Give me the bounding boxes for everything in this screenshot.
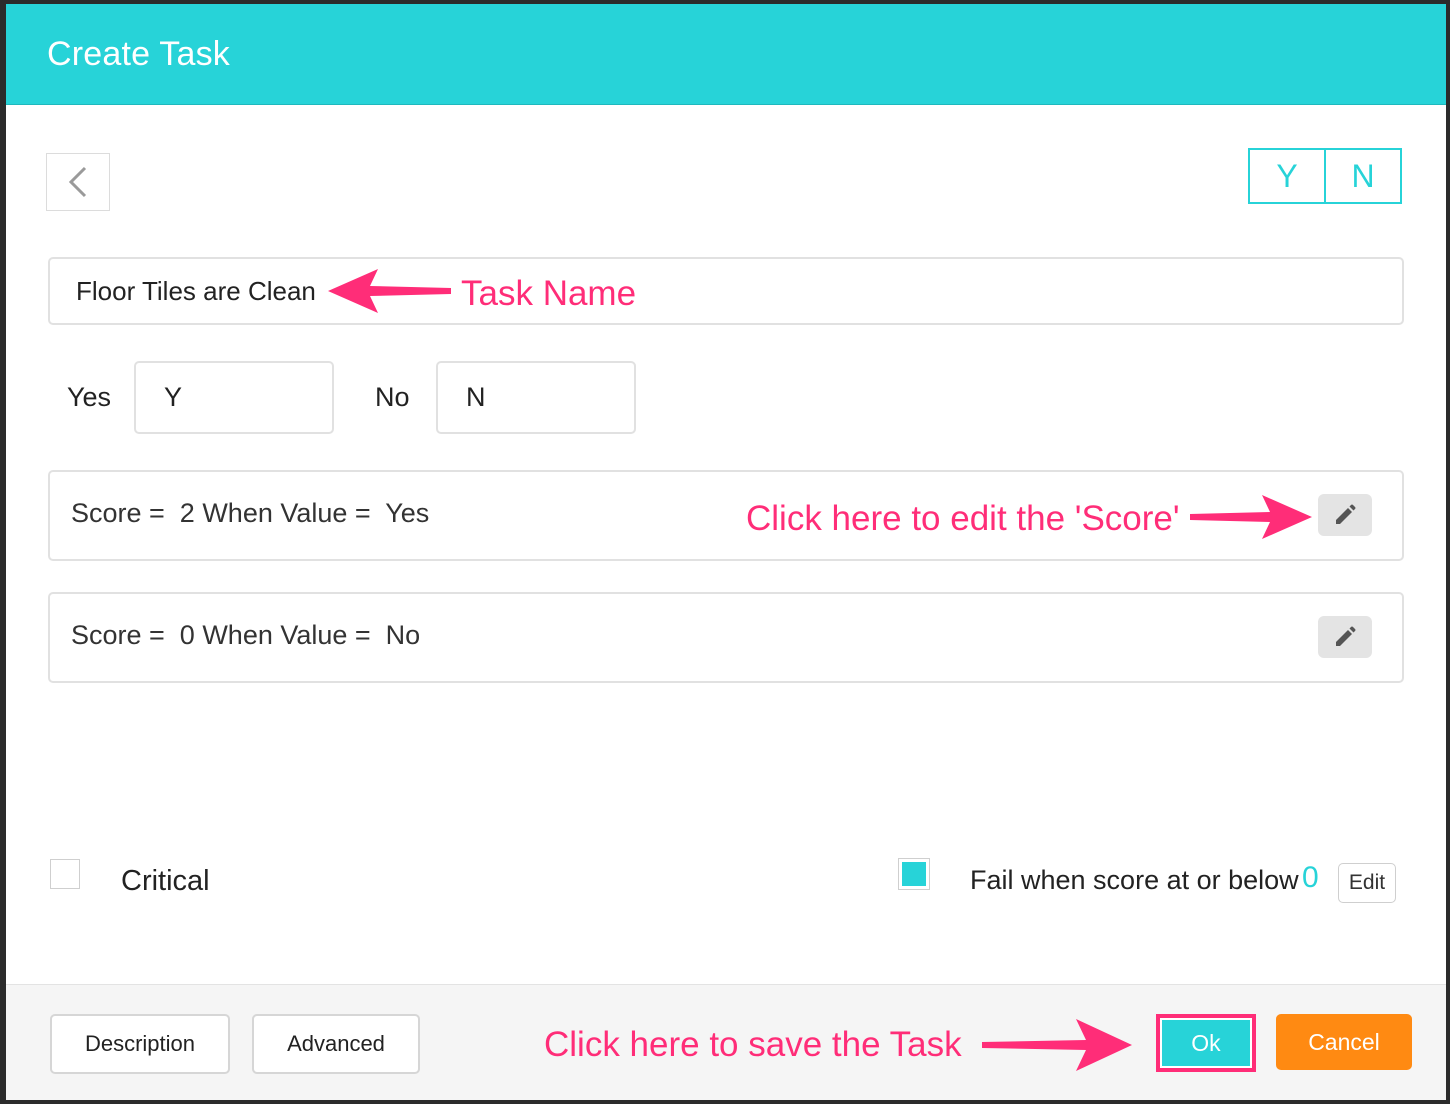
task-name-input[interactable]: Floor Tiles are Clean xyxy=(48,257,1404,325)
cancel-button[interactable]: Cancel xyxy=(1276,1014,1412,1070)
create-task-dialog: Create Task Y N Floor Tiles are Clean Ye… xyxy=(6,4,1446,1100)
arrow-right-icon xyxy=(1190,495,1312,539)
edit-score-button[interactable] xyxy=(1318,616,1372,658)
fail-checkbox[interactable] xyxy=(898,858,930,890)
yes-value-input[interactable]: Y xyxy=(134,361,334,434)
fail-threshold-value: 0 xyxy=(1302,861,1319,894)
back-button[interactable] xyxy=(46,153,110,211)
dialog-title: Create Task xyxy=(47,35,230,73)
yes-no-toggle: Y N xyxy=(1248,148,1402,204)
ok-highlight: Ok xyxy=(1156,1014,1256,1072)
annotation-task-name: Task Name xyxy=(461,274,637,313)
score-row-no: Score = 0 When Value = No xyxy=(48,592,1404,683)
toggle-no[interactable]: N xyxy=(1324,150,1400,202)
dialog-header: Create Task xyxy=(6,4,1446,105)
description-button[interactable]: Description xyxy=(50,1014,230,1074)
no-value-input[interactable]: N xyxy=(436,361,636,434)
critical-label: Critical xyxy=(121,865,210,897)
checkbox-fill xyxy=(902,862,926,886)
edit-threshold-button[interactable]: Edit xyxy=(1338,863,1396,903)
score-text: Score = 2 When Value = Yes xyxy=(71,498,430,528)
yes-label: Yes xyxy=(67,382,112,412)
pencil-icon xyxy=(1336,626,1356,646)
edit-score-button[interactable] xyxy=(1318,494,1372,536)
pencil-icon xyxy=(1336,504,1356,524)
toggle-yes[interactable]: Y xyxy=(1250,150,1324,202)
annotation-save-task: Click here to save the Task xyxy=(544,1025,962,1064)
arrow-right-icon xyxy=(982,1019,1132,1071)
score-text: Score = 0 When Value = No xyxy=(71,620,421,650)
no-label: No xyxy=(375,382,410,412)
chevron-left-icon xyxy=(68,166,87,198)
arrow-left-icon xyxy=(328,269,451,313)
annotation-edit-score: Click here to edit the 'Score' xyxy=(746,499,1180,538)
critical-checkbox[interactable] xyxy=(50,859,80,889)
fail-label: Fail when score at or below xyxy=(970,865,1299,895)
advanced-button[interactable]: Advanced xyxy=(252,1014,420,1074)
ok-button[interactable]: Ok xyxy=(1162,1020,1250,1066)
